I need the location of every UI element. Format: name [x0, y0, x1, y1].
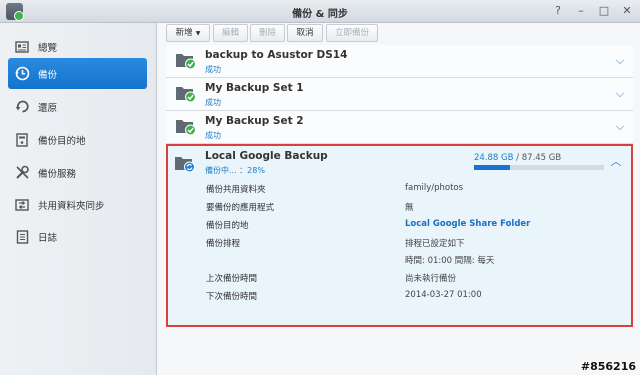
- chevron-down-icon[interactable]: ⌵: [613, 120, 627, 134]
- task-row[interactable]: My Backup Set 2 成功 ⌵: [166, 111, 633, 144]
- window-title: 備份 & 同步: [292, 9, 348, 20]
- detail-value: 排程已設定如下: [405, 239, 465, 249]
- chevron-down-icon[interactable]: ⌵: [613, 87, 627, 101]
- sidebar-item-backup-service[interactable]: 備份服務: [8, 157, 147, 188]
- detail-label: 備份目的地: [206, 221, 249, 231]
- title-bar: 備份 & 同步 ? – □ ✕: [0, 0, 640, 23]
- sidebar-item-restore[interactable]: 還原: [8, 91, 147, 122]
- delete-button[interactable]: 刪除: [250, 24, 285, 42]
- chevron-up-icon[interactable]: ︿: [609, 155, 623, 169]
- detail-value: 無: [405, 203, 414, 213]
- detail-value: 尚未執行備份: [405, 274, 457, 284]
- watermark-text: #856216: [580, 360, 636, 373]
- cancel-button[interactable]: 取消: [287, 24, 323, 42]
- sidebar-item-log[interactable]: 日誌: [8, 221, 147, 252]
- detail-label: 要備份的應用程式: [206, 203, 275, 213]
- tools-icon: [14, 165, 30, 181]
- used-size: 24.88 GB: [474, 153, 514, 163]
- sidebar-item-backup[interactable]: 備份: [8, 58, 147, 89]
- task-status: 成功: [205, 65, 221, 74]
- destination-link[interactable]: Local Google Share Folder: [405, 219, 530, 229]
- main-panel: 新增 ▼ 編輯 刪除 取消 立即備份 backup to Asustor DS14…: [157, 23, 640, 375]
- folder-success-icon: [175, 83, 197, 103]
- sidebar-item-label: 備份目的地: [38, 135, 86, 147]
- detail-label: 備份共用資料夾: [206, 185, 266, 195]
- size-separator: /: [516, 153, 520, 163]
- minimize-button[interactable]: –: [574, 3, 588, 19]
- maximize-button[interactable]: □: [597, 3, 611, 19]
- help-button[interactable]: ?: [551, 3, 565, 19]
- task-name: My Backup Set 2: [205, 115, 304, 127]
- task-status: 備份中... ：28%: [205, 166, 265, 175]
- sidebar-item-label: 還原: [38, 102, 58, 114]
- create-button-label: 新增: [175, 28, 193, 38]
- task-row[interactable]: My Backup Set 1 成功 ⌵: [166, 78, 633, 111]
- progress-bar: [474, 165, 604, 170]
- detail-label: 備份排程: [206, 239, 241, 249]
- overview-icon: [14, 39, 30, 55]
- folder-success-icon: [175, 50, 197, 70]
- detail-value: family/photos: [405, 183, 464, 193]
- sidebar-item-label: 備份: [38, 69, 58, 81]
- chevron-down-icon[interactable]: ⌵: [613, 54, 627, 68]
- task-name: backup to Asustor DS14: [205, 49, 348, 61]
- sidebar-item-label: 備份服務: [38, 168, 77, 180]
- task-status: 成功: [205, 98, 221, 107]
- task-status: 成功: [205, 131, 221, 140]
- sidebar-item-label: 共用資料夾同步: [38, 200, 105, 212]
- folder-success-icon: [175, 116, 197, 136]
- folder-syncing-icon: [174, 153, 196, 173]
- toolbar: 新增 ▼ 編輯 刪除 取消 立即備份: [157, 23, 640, 45]
- progress-bar-fill: [474, 165, 511, 170]
- destination-icon: [14, 132, 30, 148]
- detail-label: 上次備份時間: [206, 274, 258, 284]
- task-name: Local Google Backup: [205, 150, 328, 162]
- detail-label: 下次備份時間: [206, 292, 258, 302]
- task-name: My Backup Set 1: [205, 82, 304, 94]
- schedule-detail: 時間: 01:00 間隔: 每天: [405, 256, 495, 266]
- storage-usage: 24.88 GB / 87.45 GB: [474, 153, 561, 163]
- close-button[interactable]: ✕: [620, 3, 634, 19]
- sidebar-item-destination[interactable]: 備份目的地: [8, 124, 147, 155]
- sidebar: 總覽 備份 還原 備份目的地 備份服務 共用資料夾同步 日誌: [0, 23, 157, 375]
- caret-down-icon: ▼: [195, 30, 201, 37]
- expanded-task-panel[interactable]: Local Google Backup 備份中... ：28% 24.88 GB…: [166, 144, 633, 327]
- task-row[interactable]: backup to Asustor DS14 成功 ⌵: [166, 45, 633, 78]
- sidebar-item-label: 總覽: [38, 42, 58, 54]
- backup-now-button[interactable]: 立即備份: [326, 24, 378, 42]
- sync-icon: [14, 197, 30, 213]
- total-size: 87.45 GB: [521, 153, 562, 163]
- sidebar-item-shared-folder-sync[interactable]: 共用資料夾同步: [8, 189, 147, 220]
- restore-icon: [14, 99, 30, 115]
- backup-clock-icon: [14, 66, 30, 82]
- log-icon: [14, 229, 30, 245]
- create-button[interactable]: 新增 ▼: [166, 24, 210, 42]
- edit-button[interactable]: 編輯: [213, 24, 248, 42]
- sidebar-item-label: 日誌: [38, 232, 58, 244]
- detail-value: 2014-03-27 01:00: [405, 290, 482, 300]
